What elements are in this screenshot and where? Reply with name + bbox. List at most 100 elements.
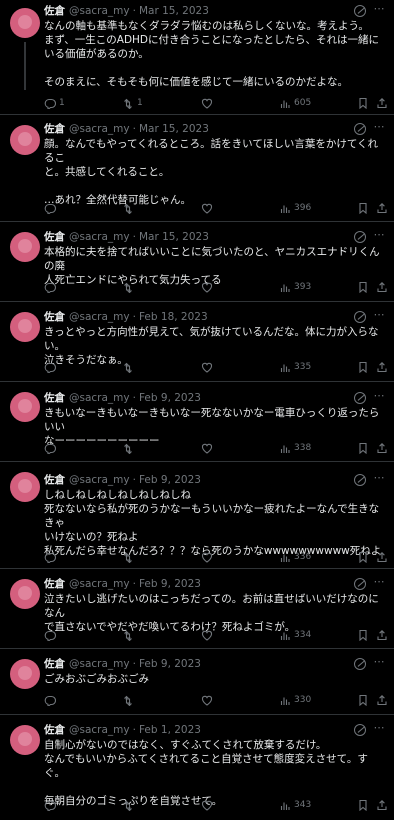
tweet-date[interactable]: Feb 18, 2023 (139, 311, 208, 323)
grok-icon[interactable] (354, 5, 366, 17)
grok-icon[interactable] (354, 392, 366, 404)
grok-icon[interactable] (354, 724, 366, 736)
avatar[interactable] (10, 125, 40, 155)
share-button[interactable] (376, 628, 388, 642)
bookmark-button[interactable] (357, 280, 369, 294)
share-button[interactable] (376, 550, 388, 564)
tweet-date[interactable]: Mar 15, 2023 (139, 123, 209, 135)
author-handle[interactable]: @sacra_my (69, 392, 130, 404)
tweet[interactable]: 佐倉 @sacra_my · Mar 15, 2023 ⋯ なんの軸も基準もなくダラダラ悩… (0, 0, 394, 115)
tweet-date[interactable]: Feb 9, 2023 (139, 392, 201, 404)
more-icon[interactable]: ⋯ (372, 722, 386, 735)
more-icon[interactable]: ⋯ (372, 390, 386, 403)
reply-button[interactable] (44, 201, 59, 215)
tweet[interactable]: 佐倉 @sacra_my · Mar 15, 2023 ⋯ 本格的に夫を捨てればいいことに… (0, 222, 394, 302)
author-name[interactable]: 佐倉 (44, 474, 65, 486)
views-button[interactable]: 335 (279, 360, 311, 374)
like-button[interactable] (201, 798, 216, 812)
author-handle[interactable]: @sacra_my (69, 231, 130, 243)
author-name[interactable]: 佐倉 (44, 658, 65, 670)
share-button[interactable] (376, 280, 388, 294)
share-button[interactable] (376, 360, 388, 374)
grok-icon[interactable] (354, 231, 366, 243)
share-button[interactable] (376, 201, 388, 215)
author-handle[interactable]: @sacra_my (69, 123, 130, 135)
like-button[interactable] (201, 96, 216, 110)
reply-button[interactable] (44, 628, 59, 642)
bookmark-button[interactable] (357, 96, 369, 110)
grok-icon[interactable] (354, 474, 366, 486)
author-handle[interactable]: @sacra_my (69, 311, 130, 323)
tweet-date[interactable]: Mar 15, 2023 (139, 5, 209, 17)
avatar[interactable] (10, 579, 40, 609)
views-button[interactable]: 393 (279, 280, 311, 294)
retweet-button[interactable] (122, 360, 137, 374)
avatar[interactable] (10, 725, 40, 755)
tweet-date[interactable]: Feb 9, 2023 (139, 578, 201, 590)
tweet[interactable]: 佐倉 @sacra_my · Feb 9, 2023 ⋯ きもいなーきもいなーきもいなー死… (0, 382, 394, 462)
avatar[interactable] (10, 232, 40, 262)
like-button[interactable] (201, 693, 216, 707)
reply-button[interactable]: 1 (44, 96, 65, 110)
author-name[interactable]: 佐倉 (44, 231, 65, 243)
retweet-button[interactable]: 1 (122, 96, 143, 110)
author-handle[interactable]: @sacra_my (69, 658, 130, 670)
like-button[interactable] (201, 628, 216, 642)
views-button[interactable]: 605 (279, 96, 311, 110)
more-icon[interactable]: ⋯ (372, 121, 386, 134)
views-button[interactable]: 396 (279, 201, 311, 215)
tweet-date[interactable]: Feb 9, 2023 (139, 474, 201, 486)
views-button[interactable]: 343 (279, 798, 311, 812)
avatar[interactable] (10, 392, 40, 422)
views-button[interactable]: 336 (279, 550, 311, 564)
reply-button[interactable] (44, 693, 59, 707)
bookmark-button[interactable] (357, 628, 369, 642)
reply-button[interactable] (44, 441, 59, 455)
avatar[interactable] (10, 659, 40, 689)
author-name[interactable]: 佐倉 (44, 578, 65, 590)
author-name[interactable]: 佐倉 (44, 392, 65, 404)
share-button[interactable] (376, 96, 388, 110)
retweet-button[interactable] (122, 798, 137, 812)
tweet[interactable]: 佐倉 @sacra_my · Feb 1, 2023 ⋯ 自制心がないのではなく、すぐふて… (0, 715, 394, 820)
views-button[interactable]: 338 (279, 441, 311, 455)
author-name[interactable]: 佐倉 (44, 724, 65, 736)
like-button[interactable] (201, 360, 216, 374)
author-name[interactable]: 佐倉 (44, 123, 65, 135)
bookmark-button[interactable] (357, 693, 369, 707)
retweet-button[interactable] (122, 693, 137, 707)
bookmark-button[interactable] (357, 360, 369, 374)
author-name[interactable]: 佐倉 (44, 5, 65, 17)
more-icon[interactable]: ⋯ (372, 309, 386, 322)
like-button[interactable] (201, 280, 216, 294)
tweet[interactable]: 佐倉 @sacra_my · Feb 9, 2023 ⋯ ごみおぶごみおぶごみ 330 (0, 649, 394, 715)
bookmark-button[interactable] (357, 798, 369, 812)
retweet-button[interactable] (122, 441, 137, 455)
tweet-date[interactable]: Feb 1, 2023 (139, 724, 201, 736)
avatar[interactable] (10, 312, 40, 342)
tweet[interactable]: 佐倉 @sacra_my · Feb 9, 2023 ⋯ しねしねしねしねしねしねしね 死… (0, 462, 394, 569)
like-button[interactable] (201, 201, 216, 215)
retweet-button[interactable] (122, 280, 137, 294)
tweet[interactable]: 佐倉 @sacra_my · Feb 18, 2023 ⋯ きっとやっと方向性が見えて、気… (0, 302, 394, 382)
grok-icon[interactable] (354, 311, 366, 323)
author-handle[interactable]: @sacra_my (69, 5, 130, 17)
author-handle[interactable]: @sacra_my (69, 578, 130, 590)
bookmark-button[interactable] (357, 550, 369, 564)
more-icon[interactable]: ⋯ (372, 3, 386, 16)
more-icon[interactable]: ⋯ (372, 472, 386, 485)
more-icon[interactable]: ⋯ (372, 576, 386, 589)
share-button[interactable] (376, 693, 388, 707)
retweet-button[interactable] (122, 201, 137, 215)
grok-icon[interactable] (354, 123, 366, 135)
share-button[interactable] (376, 798, 388, 812)
like-button[interactable] (201, 550, 216, 564)
more-icon[interactable]: ⋯ (372, 656, 386, 669)
bookmark-button[interactable] (357, 441, 369, 455)
tweet[interactable]: 佐倉 @sacra_my · Feb 9, 2023 ⋯ 泣きたいし逃げたいのはこっちだっ… (0, 569, 394, 649)
tweet[interactable]: 佐倉 @sacra_my · Mar 15, 2023 ⋯ 顔。なんでもやってくれるところ… (0, 115, 394, 222)
author-handle[interactable]: @sacra_my (69, 724, 130, 736)
tweet-date[interactable]: Mar 15, 2023 (139, 231, 209, 243)
grok-icon[interactable] (354, 658, 366, 670)
retweet-button[interactable] (122, 550, 137, 564)
